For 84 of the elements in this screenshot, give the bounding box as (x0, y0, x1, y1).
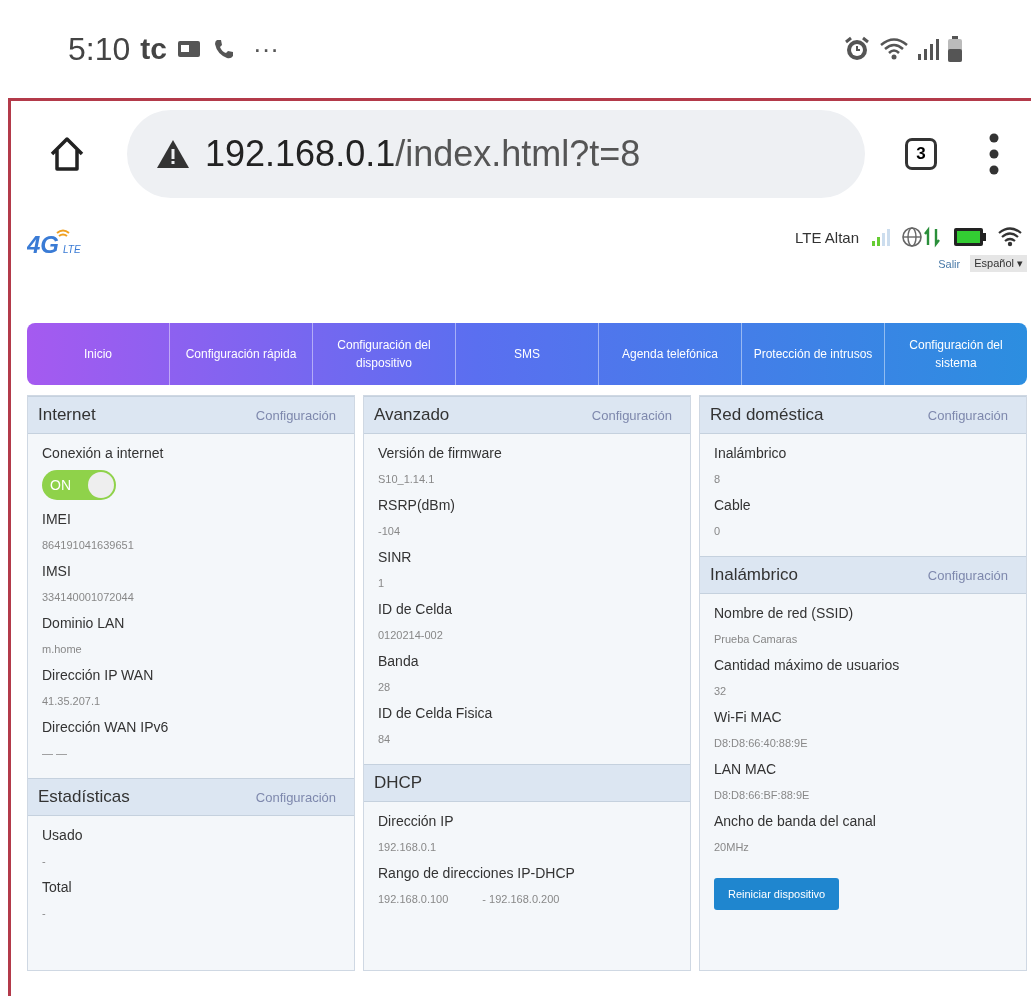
field-value: - 192.168.0.200 (482, 892, 560, 907)
field-value: 32 (714, 684, 728, 699)
section-title: Internet (38, 405, 96, 425)
configuration-link[interactable]: Configuración (927, 407, 1008, 423)
field-value: 8 (714, 472, 722, 487)
configuration-link[interactable]: Configuración (255, 407, 336, 423)
field-label: IMSI (42, 562, 72, 581)
more-notifications: ··· (252, 33, 279, 65)
battery-icon (947, 35, 963, 63)
tab-count-button[interactable]: 3 (905, 138, 937, 170)
section-title: Inalámbrico (710, 565, 798, 585)
field-label: Banda (378, 652, 420, 671)
menu-icon[interactable] (987, 132, 1001, 176)
field-label: ID de Celda (378, 600, 453, 619)
field-label: Conexión a internet (42, 444, 165, 463)
field-value: 84 (378, 732, 392, 747)
carrier-label: tc (140, 32, 167, 66)
nav-tab[interactable]: Inicio (27, 323, 170, 385)
field-value: 20MHz (714, 840, 750, 855)
field-value: - (42, 906, 47, 921)
restart-button[interactable]: Reiniciar dispositivo (714, 878, 840, 910)
field-label: IMEI (42, 510, 72, 529)
field-label: Wi-Fi MAC (714, 708, 783, 727)
field-value: — — (42, 746, 69, 761)
field-value: S10_1.14.1 (378, 472, 436, 487)
card-icon (176, 38, 203, 60)
logout-link[interactable]: Salir (938, 257, 961, 270)
field-value: 28 (378, 680, 392, 695)
field-label: Dirección IP WAN (42, 666, 155, 685)
configuration-link[interactable]: Configuración (591, 407, 672, 423)
field-label: Total (42, 878, 73, 897)
nav-tab[interactable]: Configuración del dispositivo (313, 323, 456, 385)
field-value: 334140001072044 (42, 590, 135, 605)
nav-tab[interactable]: Configuración del sistema (885, 323, 1027, 385)
field-value: 0 (714, 524, 722, 539)
field-value: Prueba Camaras (714, 632, 799, 647)
signal-icon (917, 37, 939, 61)
wifi-icon (879, 36, 909, 62)
field-label: Dirección IP (378, 812, 455, 831)
section-title: Avanzado (374, 405, 450, 425)
configuration-link[interactable]: Configuración (927, 567, 1008, 583)
nav-tab[interactable]: SMS (456, 323, 599, 385)
section-title: DHCP (374, 773, 423, 793)
nav-tab[interactable]: Configuración rápida (170, 323, 313, 385)
warning-icon (155, 138, 191, 170)
field-value: -104 (378, 524, 402, 539)
field-label: Cable (714, 496, 752, 515)
network-name: LTE Altan (795, 228, 859, 246)
nav-tab[interactable]: Protección de intrusos (742, 323, 885, 385)
field-label: SINR (378, 548, 413, 567)
battery-icon (953, 226, 987, 248)
nav-tab[interactable]: Agenda telefónica (599, 323, 742, 385)
alarm-icon (843, 35, 871, 63)
language-dropdown[interactable]: Español ▾ (970, 255, 1027, 272)
configuration-link[interactable]: Configuración (255, 789, 336, 805)
field-value: - (42, 854, 47, 869)
field-label: LAN MAC (714, 760, 778, 779)
field-label: Ancho de banda del canal (714, 812, 877, 831)
address-bar[interactable]: 192.168.0.1/index.html?t=8 (127, 110, 865, 198)
field-value: 1 (378, 576, 386, 591)
field-value: 0120214-002 (378, 628, 444, 643)
globe-data-icon (901, 225, 943, 249)
field-label: Inalámbrico (714, 444, 788, 463)
field-label: ID de Celda Fisica (378, 704, 494, 723)
field-value: D8:D8:66:40:88:9E (714, 736, 809, 751)
field-value: D8:D8:66:BF:88:9E (714, 788, 811, 803)
signal-bars-icon (869, 226, 891, 248)
section-title: Red doméstica (710, 405, 824, 425)
clock-time: 5:10 (68, 30, 131, 68)
field-label: Dominio LAN (42, 614, 126, 633)
field-label: Cantidad máximo de usuarios (714, 656, 901, 675)
field-value: m.home (42, 642, 83, 657)
field-value: 864191041639651 (42, 538, 135, 553)
section-title: Estadísticas (38, 787, 130, 807)
field-value: 192.168.0.100 (378, 892, 449, 907)
field-value: 41.35.207.1 (42, 694, 102, 709)
phone-icon (212, 38, 235, 60)
field-label: Rango de direcciones IP-DHCP (378, 864, 576, 883)
field-label: Nombre de red (SSID) (714, 604, 855, 623)
field-label: Versión de firmware (378, 444, 503, 463)
field-label: Dirección WAN IPv6 (42, 718, 170, 737)
field-value: 192.168.0.1 (378, 840, 438, 855)
field-label: RSRP(dBm) (378, 496, 456, 515)
field-label: Usado (42, 826, 84, 845)
